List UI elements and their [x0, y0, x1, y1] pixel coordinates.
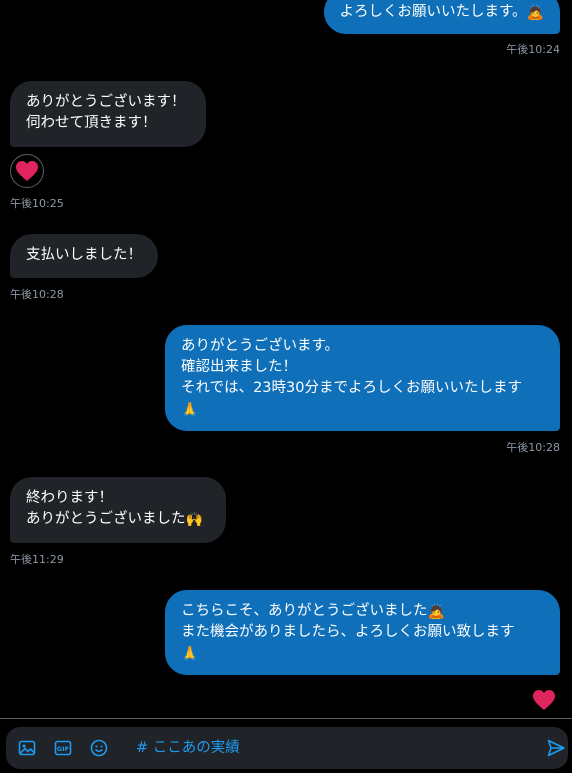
- message-timestamp: 午後10:24: [506, 43, 560, 56]
- message-text: こちらこそ、ありがとうございました: [181, 603, 428, 619]
- message-bubble-received[interactable]: 支払いしました！: [10, 234, 158, 278]
- person-bowing-emoji: 🙇: [427, 604, 445, 620]
- message-bubble-received[interactable]: ありがとうございます！ 伺わせて頂きます！: [10, 81, 206, 147]
- message-text: ありがとうございます！: [26, 94, 186, 110]
- svg-text:GIF: GIF: [57, 745, 69, 753]
- message-bubble-sent[interactable]: こちらこそ、ありがとうございました🙇 また機会がありましたら、よろしくお願い致し…: [165, 590, 560, 675]
- message-text: また機会がありましたら、よろしくお願い致します: [181, 624, 515, 640]
- message-text: ありがとうございました: [26, 511, 186, 527]
- gif-button[interactable]: GIF: [53, 738, 73, 758]
- send-icon: [547, 739, 565, 757]
- emoji-button[interactable]: [89, 738, 109, 758]
- message-timestamp: 午後10:25: [10, 197, 64, 210]
- gif-icon: GIF: [54, 740, 72, 756]
- person-bowing-emoji: 🙇: [526, 5, 544, 21]
- message-bubble-sent[interactable]: よろしくお願いいたします。🙇: [323, 0, 560, 34]
- heart-reaction[interactable]: [10, 154, 44, 188]
- message-timestamp: 午後11:29: [10, 553, 64, 566]
- heart-icon[interactable]: [532, 689, 556, 711]
- message-input[interactable]: # ここあの実績: [136, 738, 240, 758]
- message-composer[interactable]: GIF # ここあの実績: [6, 727, 568, 769]
- folded-hands-emoji: 🙏: [181, 402, 199, 418]
- message-thread: よろしくお願いいたします。🙇 午後10:24 ありがとうございます！ 伺わせて頂…: [0, 0, 572, 718]
- message-bubble-received[interactable]: 終わります！ ありがとうございました🙌: [10, 477, 226, 543]
- message-text: それでは、23時30分までよろしくお願いいたします: [181, 380, 522, 396]
- image-icon: [18, 740, 36, 756]
- message-text: 伺わせて頂きます！: [26, 115, 157, 131]
- image-button[interactable]: [17, 738, 37, 758]
- raising-hands-emoji: 🙌: [185, 512, 203, 528]
- message-bubble-sent[interactable]: ありがとうございます。 確認出来ました！ それでは、23時30分までよろしくお願…: [165, 325, 560, 431]
- emoji-icon: [90, 739, 108, 757]
- message-text: 終わります！: [26, 490, 113, 506]
- message-text: 確認出来ました！: [181, 359, 297, 375]
- folded-hands-emoji: 🙏: [181, 646, 199, 662]
- message-text: ありがとうございます。: [181, 338, 340, 354]
- composer-divider: [0, 718, 572, 719]
- send-button[interactable]: [546, 738, 568, 758]
- message-timestamp: 午後10:28: [506, 441, 560, 454]
- message-text: よろしくお願いいたします。: [339, 4, 527, 20]
- heart-icon: [16, 161, 38, 181]
- message-timestamp: 午後10:28: [10, 288, 64, 301]
- message-text: 支払いしました！: [26, 247, 142, 263]
